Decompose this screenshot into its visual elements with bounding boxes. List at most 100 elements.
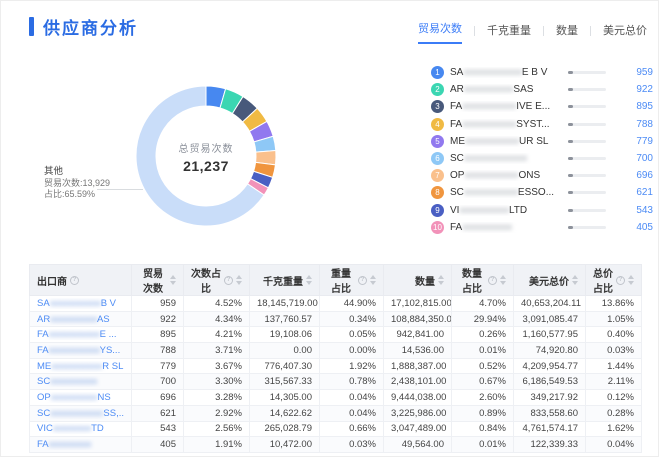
sort-icon[interactable] [572,275,578,285]
rank-badge: 1 [431,66,444,80]
value-cell: 0.00 [249,342,320,359]
info-icon[interactable]: ? [616,275,625,285]
legend-name: SA xxxxxxxxxxxxx E B V [450,67,568,78]
value-cell: 137,760.57 [249,310,320,328]
value-cell: 4.21% [183,326,250,344]
exporter-link[interactable]: SA xxxxxxxxxxxx B V [37,298,124,309]
value-cell: 0.04% [585,436,642,453]
value-cell: 1.44% [585,357,642,375]
info-icon[interactable]: ? [224,275,233,285]
legend-item[interactable]: 3 FA xxxxxxxxxxxx IVE E... 895 [431,98,653,115]
name-prefix: OP [37,391,51,403]
value-cell: 18,145,719.00 [249,295,320,312]
value-cell: 1.91% [183,436,250,453]
col-header-price-pct[interactable]: 总价占比? [585,264,642,296]
tab-trade-count[interactable]: 贸易次数 [418,20,462,44]
legend-item[interactable]: 1 SA xxxxxxxxxxxxx E B V 959 [431,64,653,81]
name-suffix: LTD [508,204,528,216]
value-cell: 4.70% [451,295,514,312]
name-prefix: FA [450,101,463,113]
sort-icon[interactable] [236,275,242,285]
supplier-table: 出口商? 贸易次数 次数占比? 千克重量 重量占比? 数量 数量占比? 美元总价 总价占比? S… [29,264,642,453]
sort-icon[interactable] [628,275,634,285]
table-header-row: 出口商? 贸易次数 次数占比? 千克重量 重量占比? 数量 数量占比? 美元总价 总价占比? [29,264,642,296]
title-accent-bar [29,17,34,36]
name-suffix: ESSO... [517,187,555,199]
tab-kg-weight[interactable]: 千克重量 [487,22,531,44]
donut-center-title: 总贸易次数 [178,144,234,155]
value-cell: 0.66% [319,420,384,438]
name-suffix: SAS [513,84,534,96]
legend-value: 621 [636,187,653,199]
legend-item[interactable]: 4 FA xxxxxxxxxxxx SYST... 788 [431,116,653,133]
col-header-quantity[interactable]: 数量 [383,264,452,296]
col-label: 出口商 [37,276,67,288]
col-header-kg-weight[interactable]: 千克重量 [249,264,320,296]
legend-item[interactable]: 5 ME xxxxxxxxxxxx UR SL 779 [431,133,653,150]
value-cell: 3.28% [183,389,250,406]
exporter-link[interactable]: ME xxxxxxxxxxxx R SL [37,361,124,372]
others-callout: 其他 贸易次数:13,929 占比:65.59% [44,166,110,200]
value-cell: 0.40% [585,326,642,344]
table-row: SC xxxxxxxxxxx 700 3.30% 315,567.33 0.78% 2,43… [29,373,642,391]
legend-item[interactable]: 9 VI xxxxxxxxxxx LTD 543 [431,202,653,219]
col-header-weight-pct[interactable]: 重量占比? [319,264,384,296]
name-blurred: xxxxxxxxxxxxx [50,407,104,419]
sort-icon[interactable] [500,275,506,285]
tab-divider [590,26,591,36]
exporter-link[interactable]: SC xxxxxxxxxxx [37,376,124,387]
value-cell: 6,186,549.53 [513,373,586,391]
name-blurred: xxxxxxxxxxxx [464,170,519,182]
legend-item[interactable]: 2 AR xxxxxxxxxxx SAS 922 [431,81,653,98]
sort-icon[interactable] [170,275,176,285]
value-cell: 0.26% [451,326,514,344]
info-icon[interactable]: ? [70,275,79,285]
value-cell: 0.03% [319,436,384,453]
legend-item[interactable]: 6 SC xxxxxxxxxxxxxx 700 [431,150,653,167]
info-icon[interactable]: ? [488,275,497,285]
name-blurred: xxxxxxxxxxx [50,376,97,388]
exporter-link[interactable]: FA xxxxxxxxxx [37,439,124,450]
value-cell: 942,841.00 [383,326,452,344]
legend-name: FA xxxxxxxxxxxx IVE E... [450,101,568,112]
col-header-trade-count[interactable]: 贸易次数 [131,264,184,296]
legend-item[interactable]: 10 FA xxxxxxxxxxx 405 [431,219,653,236]
sort-icon[interactable] [306,275,312,285]
col-header-count-pct[interactable]: 次数占比? [183,264,250,296]
exporter-link[interactable]: SC xxxxxxxxxxxxx SS,.. [37,408,124,419]
col-header-quantity-pct[interactable]: 数量占比? [451,264,514,296]
name-blurred: xxxxxxxxxxx [459,204,509,216]
name-suffix: B V [100,297,116,309]
tab-usd-total[interactable]: 美元总价 [603,22,647,44]
value-cell: 49,564.00 [383,436,452,453]
legend-value: 700 [636,153,653,165]
value-cell: 0.52% [451,357,514,375]
legend-item[interactable]: 7 OP xxxxxxxxxxxx ONS 696 [431,167,653,184]
exporter-link[interactable]: FA xxxxxxxxxxxx YS... [37,345,124,356]
exporter-link[interactable]: OP xxxxxxxxxxx NS [37,392,124,403]
donut-center-label: 总贸易次数 21,237 [146,140,266,174]
exporter-link[interactable]: VIC xxxxxxxxx TD [37,423,124,434]
info-icon[interactable]: ? [358,275,367,285]
exporter-link[interactable]: AR xxxxxxxxxxx AS [37,314,124,325]
name-prefix: VI [450,204,460,216]
table-row: SA xxxxxxxxxxxx B V 959 4.52% 18,145,719.00 4… [29,295,642,312]
value-cell: 14,305.00 [249,389,320,406]
col-label: 数量占比 [462,269,482,295]
col-header-usd-total[interactable]: 美元总价 [513,264,586,296]
legend-item[interactable]: 8 SC xxxxxxxxxxxx ESSO... 621 [431,184,653,201]
exporter-cell: FA xxxxxxxxxxxx YS... [29,342,132,359]
value-cell: 788 [131,342,184,359]
legend-name: AR xxxxxxxxxxx SAS [450,84,568,95]
rank-badge: 10 [431,220,444,234]
exporter-link[interactable]: FA xxxxxxxxxxxx E ... [37,329,124,340]
tab-quantity[interactable]: 数量 [556,22,578,44]
sort-icon[interactable] [438,275,444,285]
sort-icon[interactable] [370,275,376,285]
legend-value: 696 [636,170,653,182]
name-prefix: SC [450,153,464,165]
mini-progress-bar [568,191,606,195]
name-blurred: xxxxxxxxxxx [50,313,97,325]
value-cell: 696 [131,389,184,406]
value-cell: 2.92% [183,404,250,422]
